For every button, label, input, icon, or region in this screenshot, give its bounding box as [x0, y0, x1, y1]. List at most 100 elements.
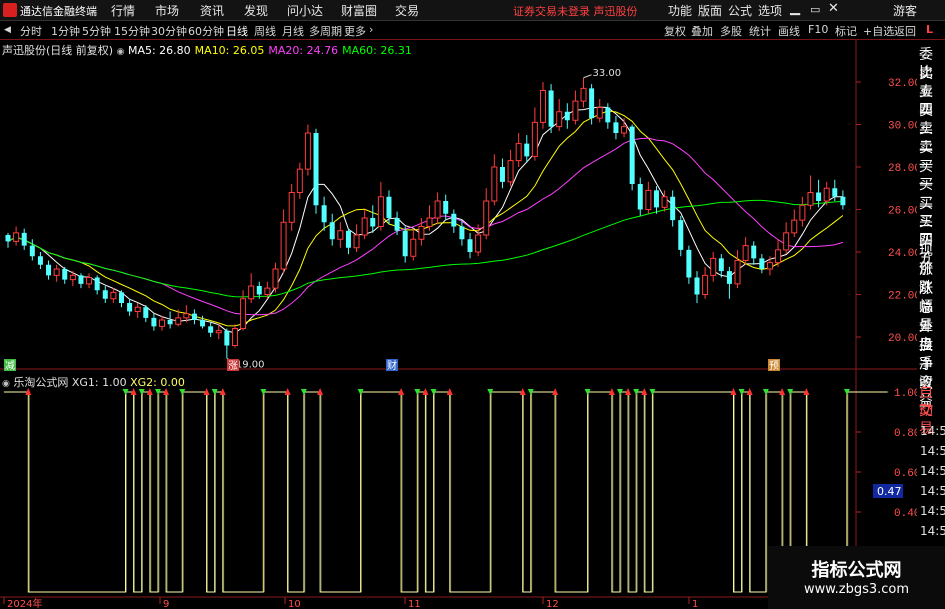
candle-up: [710, 257, 717, 276]
candle-down: [459, 226, 465, 240]
tab-5min[interactable]: 5分钟: [82, 23, 111, 39]
indicator-settings-icon[interactable]: ◉: [2, 379, 10, 389]
tab-multi-period[interactable]: 多周期: [309, 23, 342, 39]
tab-monthly[interactable]: 月线: [282, 23, 304, 39]
candle-up: [596, 107, 603, 119]
tool-f10[interactable]: F10: [808, 23, 828, 36]
candle-down: [313, 133, 319, 206]
stock-name[interactable]: 声迅股份: [2, 44, 46, 57]
tab-weekly[interactable]: 周线: [254, 23, 276, 39]
candle-up: [377, 196, 384, 227]
event-mark-label[interactable]: 减: [5, 360, 15, 372]
tab-more[interactable]: 更多: [344, 23, 366, 39]
candle-up: [807, 192, 814, 206]
candle-up: [491, 166, 498, 202]
indicator-tick-label: 0.40: [894, 508, 917, 520]
indicator-tick-label: 0.60: [894, 468, 917, 480]
settings-dot-icon[interactable]: ◉: [117, 47, 125, 57]
event-mark-label[interactable]: 涨: [228, 360, 238, 372]
chevron-right-icon[interactable]: ›: [369, 23, 373, 36]
candle-up: [580, 87, 587, 102]
xg-signal-line: [3, 391, 888, 593]
candle-down: [629, 126, 635, 184]
tab-1min[interactable]: 1分钟: [51, 23, 80, 39]
ma-line-ma10: [7, 110, 844, 327]
tool-back[interactable]: 返回: [894, 23, 916, 39]
menu-0[interactable]: 行情: [111, 2, 135, 19]
arrow-left-icon[interactable]: ◀: [4, 25, 11, 35]
close-icon[interactable]: ✕: [828, 1, 839, 16]
candle-up: [799, 204, 806, 221]
tool-add-watchlist[interactable]: +自选: [863, 23, 894, 39]
candle-down: [589, 88, 595, 119]
date-tick-label: 12: [546, 599, 559, 609]
candle-down: [499, 167, 505, 182]
xg-signal-line-2: [4, 391, 889, 593]
menu-1[interactable]: 市场: [155, 2, 179, 19]
tool-stats[interactable]: 统计: [749, 23, 771, 39]
ma-line-ma60: [7, 199, 843, 298]
tool-mark[interactable]: 标记: [835, 23, 857, 39]
level2-icon[interactable]: L: [926, 23, 933, 36]
price-tick-label: 32.00: [888, 78, 917, 90]
candle-up: [823, 187, 830, 202]
menu-function[interactable]: 功能: [668, 2, 692, 19]
app-logo-icon: [3, 3, 17, 17]
current-value-label: 0.47: [877, 485, 902, 498]
watermark-badge: 指标公式网 www.zbgs3.com: [768, 546, 945, 609]
menu-3[interactable]: 发现: [244, 2, 268, 19]
ma-ma60-value: MA60: 26.31: [342, 44, 412, 57]
menu-5[interactable]: 财富圈: [341, 2, 377, 19]
tab-daily[interactable]: 日线: [226, 23, 248, 39]
candle-down: [29, 245, 35, 257]
candle-up: [734, 260, 741, 285]
candle-up: [248, 285, 255, 300]
minimize-icon[interactable]: ▁: [790, 1, 800, 16]
xg2-value: XG2: 0.00: [130, 376, 185, 389]
candle-down: [402, 230, 408, 257]
menu-layout[interactable]: 版面: [698, 2, 722, 19]
menu-guest[interactable]: 游客: [893, 2, 917, 19]
candle-down: [670, 196, 676, 221]
top-menu-bar: 通达信金融终端 行情 市场 资讯 发现 问小达 财富圈 交易 证券交易未登录 声迅股份 功能…: [0, 0, 945, 21]
menu-4[interactable]: 问小达: [287, 2, 323, 19]
indicator-name[interactable]: 乐淘公式网: [13, 376, 68, 389]
menu-2[interactable]: 资讯: [200, 2, 224, 19]
tool-adjust[interactable]: 复权: [664, 23, 686, 39]
candle-up: [69, 274, 76, 281]
tab-30min[interactable]: 30分钟: [151, 23, 187, 39]
candle-down: [686, 249, 692, 278]
tab-60min[interactable]: 60分钟: [188, 23, 224, 39]
menu-options[interactable]: 选项: [758, 2, 782, 19]
ma-ma20-value: MA20: 24.76: [268, 44, 339, 57]
login-notice[interactable]: 证券交易未登录 声迅股份: [513, 3, 638, 19]
indicator-tick-label: 1.00: [894, 388, 917, 400]
candle-down: [127, 303, 133, 312]
tab-15min[interactable]: 15分钟: [114, 23, 150, 39]
tab-intraday[interactable]: 分时: [20, 23, 42, 39]
menu-formula[interactable]: 公式: [728, 2, 752, 19]
candle-down: [467, 239, 473, 252]
event-mark-label[interactable]: 财: [387, 359, 397, 372]
candle-up: [742, 245, 749, 261]
price-tick-label: 22.00: [888, 291, 917, 303]
candle-down: [451, 213, 457, 227]
candle-down: [840, 196, 846, 206]
menu-6[interactable]: 交易: [395, 2, 419, 19]
tool-multi-stock[interactable]: 多股: [720, 23, 742, 39]
candle-up: [539, 90, 546, 123]
candle-down: [21, 232, 27, 246]
candle-down: [613, 122, 619, 133]
event-mark-label[interactable]: 预: [769, 360, 779, 372]
kline-chart[interactable]: 33.00 19.00 减 涨 财 预 32.00 30.00 28.00 26.00 24.00…: [0, 40, 917, 609]
watermark-title: 指标公式网: [811, 560, 902, 581]
candle-down: [524, 143, 530, 157]
candle-down: [726, 271, 732, 284]
tick-time: 14:5: [920, 424, 945, 438]
high-marker-line: [583, 74, 592, 79]
maximize-icon[interactable]: ▭: [810, 3, 820, 16]
candle-down: [751, 245, 757, 259]
tool-draw[interactable]: 画线: [778, 23, 800, 39]
price-tick-label: 20.00: [888, 333, 917, 345]
tool-overlay[interactable]: 叠加: [691, 23, 713, 39]
